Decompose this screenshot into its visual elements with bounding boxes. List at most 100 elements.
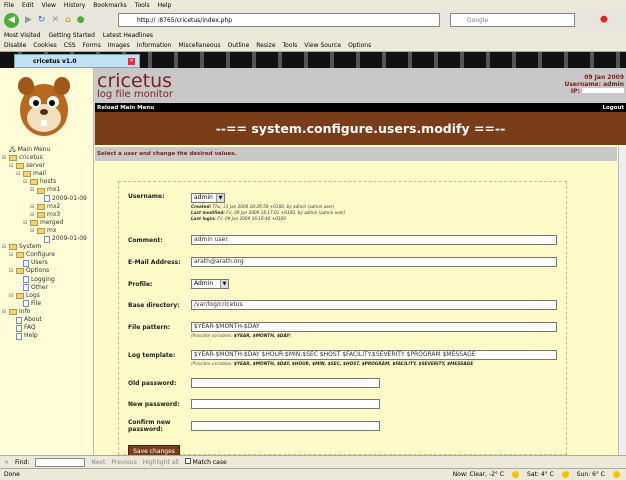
expand-toggle-icon[interactable]: ⊟ xyxy=(23,178,28,186)
tree-item[interactable]: ⊟ System xyxy=(2,243,87,251)
tree-item[interactable]: FAQ xyxy=(2,324,87,332)
file-pattern-input[interactable]: $YEAR-$MONTH-$DAY xyxy=(191,322,557,332)
page-header: cricetus log file monitor 09 Jan 2009 Us… xyxy=(95,68,626,103)
tree-item[interactable]: 🖧 Main Menu xyxy=(2,146,87,154)
weather-sat[interactable]: Sat: 4° C xyxy=(527,471,554,478)
profile-select[interactable]: Admin ▼ xyxy=(191,279,229,289)
username-select[interactable]: admin ▼ xyxy=(191,193,225,203)
tab-cricetus[interactable]: cricetus v1.0 ✕ xyxy=(14,54,140,68)
tree-item-label: FAQ xyxy=(24,324,36,332)
menu-file[interactable]: File xyxy=(4,2,14,9)
old-password-input[interactable] xyxy=(191,378,380,388)
reload-icon[interactable]: ↻ xyxy=(38,15,46,25)
reload-main-menu-link[interactable]: Reload Main Menu xyxy=(97,105,154,111)
bookmark-most-visited[interactable]: Most Visited xyxy=(4,32,41,39)
new-password-input[interactable] xyxy=(191,399,380,409)
tree-item[interactable]: Logging xyxy=(2,276,87,284)
tree-item[interactable]: ⊟ Logs xyxy=(2,292,87,300)
bookmark-getting-started[interactable]: Getting Started xyxy=(49,32,95,39)
dev-resize[interactable]: Resize xyxy=(256,42,275,49)
confirm-password-input[interactable] xyxy=(191,421,380,431)
dev-images[interactable]: Images xyxy=(108,42,130,49)
tree-item[interactable]: ⊟ merged xyxy=(2,219,87,227)
tree-item[interactable]: Users xyxy=(2,259,87,267)
highlight-all-button[interactable]: Highlight all xyxy=(143,459,179,466)
stop-icon[interactable]: ✕ xyxy=(51,15,59,25)
find-label: Find: xyxy=(15,458,30,466)
comment-input[interactable]: admin user xyxy=(191,235,557,245)
menu-bookmarks[interactable]: Bookmarks xyxy=(93,2,127,9)
tree-item[interactable]: ⊟ mx xyxy=(2,227,87,235)
expand-toggle-icon[interactable]: ⊟ xyxy=(2,154,7,162)
tree-item[interactable]: ⊟ hosts xyxy=(2,178,87,186)
back-icon[interactable]: ◀ xyxy=(4,12,19,28)
dev-view-source[interactable]: View Source xyxy=(304,42,341,49)
expand-toggle-icon[interactable]: ⊟ xyxy=(30,227,35,235)
tree-item[interactable]: About xyxy=(2,316,87,324)
log-template-input[interactable]: $YEAR-$MONTH-$DAY $HOUR:$MIN:$SEC $HOST … xyxy=(191,350,557,360)
menu-edit[interactable]: Edit xyxy=(22,2,34,9)
url-bar[interactable]: http:// :8765/cricetus/index.php xyxy=(118,13,440,27)
logout-link[interactable]: Logout xyxy=(602,105,624,111)
scrollbar[interactable] xyxy=(618,147,626,455)
expand-toggle-icon[interactable]: ⊟ xyxy=(9,267,14,275)
menu-view[interactable]: View xyxy=(42,2,56,9)
tree-item[interactable]: ⊟ mx1 xyxy=(2,186,87,194)
expand-toggle-icon[interactable]: ⊟ xyxy=(9,162,14,170)
close-tab-icon[interactable]: ✕ xyxy=(128,58,135,65)
weather-now[interactable]: Now: Clear, -2° C xyxy=(453,471,504,478)
dev-cookies[interactable]: Cookies xyxy=(33,42,57,49)
expand-toggle-icon[interactable]: ⊟ xyxy=(16,170,21,178)
find-next-button[interactable]: Next xyxy=(91,459,105,466)
match-case-checkbox[interactable] xyxy=(184,458,191,464)
tree-item[interactable]: ⊟ Info xyxy=(2,308,87,316)
tree-item[interactable]: ⊟ Configure xyxy=(2,251,87,259)
dev-options[interactable]: Options xyxy=(348,42,371,49)
menu-help[interactable]: Help xyxy=(158,2,172,9)
find-input[interactable] xyxy=(35,457,86,467)
find-previous-button[interactable]: Previous xyxy=(111,459,136,466)
expand-toggle-icon[interactable]: ⊟ xyxy=(2,308,7,316)
tree-item[interactable]: 2009-01-09 xyxy=(2,195,87,203)
weather-sun[interactable]: Sun: 6° C xyxy=(577,471,605,478)
forward-icon[interactable]: ▶ xyxy=(25,15,32,25)
menu-history[interactable]: History xyxy=(64,2,85,9)
dev-css[interactable]: CSS xyxy=(64,42,76,49)
dev-outline[interactable]: Outline xyxy=(228,42,250,49)
email-input[interactable]: arath@arath.org xyxy=(191,257,557,267)
tree-item[interactable]: ⊟ server xyxy=(2,162,87,170)
tree-item[interactable]: ⊟ Options xyxy=(2,267,87,275)
tab-bar: cricetus v1.0 ✕ xyxy=(0,52,626,68)
sun-icon xyxy=(561,471,569,478)
bookmark-latest-headlines[interactable]: Latest Headlines xyxy=(103,32,153,39)
tree-item[interactable]: Other xyxy=(2,284,87,292)
addon-icon[interactable]: ● xyxy=(77,15,85,25)
home-icon[interactable]: ⌂ xyxy=(65,15,71,25)
expand-toggle-icon[interactable]: ⊟ xyxy=(2,243,7,251)
tree-item[interactable]: ⊟ mx3 xyxy=(2,211,87,219)
tree-item[interactable]: ⊟ mx2 xyxy=(2,203,87,211)
expand-toggle-icon[interactable]: ⊟ xyxy=(23,219,28,227)
menu-tools[interactable]: Tools xyxy=(135,2,150,9)
expand-toggle-icon[interactable]: ⊟ xyxy=(30,186,35,194)
dev-tools[interactable]: Tools xyxy=(283,42,298,49)
expand-toggle-icon[interactable]: ⊟ xyxy=(9,292,14,300)
tree-item-label: Help xyxy=(24,332,38,340)
dev-information[interactable]: Information xyxy=(137,42,172,49)
base-directory-input[interactable]: /var/log/cricetus xyxy=(191,300,557,310)
dev-disable[interactable]: Disable xyxy=(4,42,26,49)
expand-toggle-icon[interactable]: ⊟ xyxy=(30,211,35,219)
close-find-icon[interactable]: ✕ xyxy=(4,459,9,466)
menu-bar: File Edit View History Bookmarks Tools H… xyxy=(0,0,626,10)
tree-item[interactable]: Help xyxy=(2,332,87,340)
tree-item[interactable]: File xyxy=(2,300,87,308)
dev-forms[interactable]: Forms xyxy=(83,42,101,49)
tree-item[interactable]: ⊟ cricetus xyxy=(2,154,87,162)
search-input[interactable]: Google xyxy=(450,13,575,27)
expand-toggle-icon[interactable]: ⊟ xyxy=(30,203,35,211)
tree-item[interactable]: ⊟ mail xyxy=(2,170,87,178)
expand-toggle-icon[interactable]: ⊟ xyxy=(9,251,14,259)
dev-miscellaneous[interactable]: Miscellaneous xyxy=(178,42,220,49)
stop-sign-icon[interactable]: ⬣ xyxy=(600,15,608,25)
tree-item[interactable]: 2009-01-09 xyxy=(2,235,87,243)
